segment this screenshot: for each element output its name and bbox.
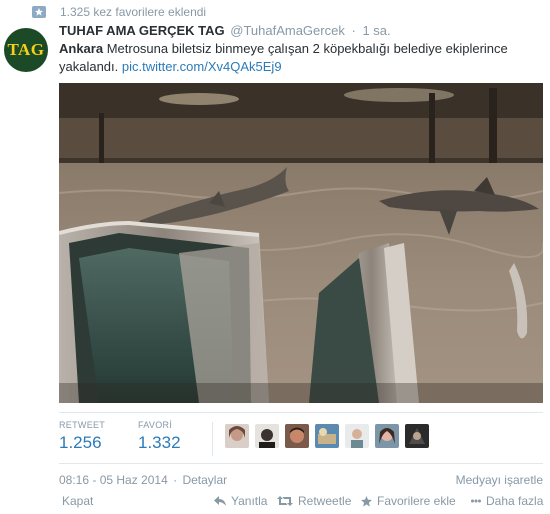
- tweet-actions: Kapat Yanıtla Retweetle Favorilere ekle …: [0, 494, 550, 512]
- favorite-label: Favorilere ekle: [377, 494, 456, 508]
- retweet-button[interactable]: Retweetle: [277, 494, 351, 508]
- tweet-meta: 08:16 - 05 Haz 2014 · Detaylar: [59, 473, 227, 487]
- favoriter-avatar[interactable]: [405, 424, 429, 448]
- avatar[interactable]: TAG: [4, 28, 48, 72]
- tweet-timestamp[interactable]: 1 sa.: [362, 23, 390, 38]
- collapse-label: Kapat: [62, 494, 94, 508]
- header-separator: ·: [351, 23, 356, 38]
- favoriter-avatar[interactable]: [285, 424, 309, 448]
- reply-icon: [214, 496, 226, 506]
- tweet-stats: RETWEET 1.256 FAVORİ 1.332: [59, 412, 543, 464]
- retweet-label: RETWEET: [59, 420, 106, 430]
- tweet-text-bold: Ankara: [59, 41, 104, 56]
- favorite-label: FAVORİ: [138, 420, 173, 430]
- tweet-text: Ankara Metrosuna biletsiz binmeye çalışa…: [59, 40, 539, 76]
- favorite-count[interactable]: 1.332: [138, 433, 181, 453]
- tweet-media-link[interactable]: pic.twitter.com/Xv4QAk5Ej9: [122, 59, 282, 74]
- tweet-header: TUHAF AMA GERÇEK TAG @TuhafAmaGercek · 1…: [59, 23, 391, 38]
- meta-separator: ·: [173, 473, 178, 487]
- stats-divider: [212, 422, 213, 456]
- more-button[interactable]: Daha fazla: [471, 494, 543, 508]
- favorite-stat[interactable]: FAVORİ 1.332: [138, 420, 181, 453]
- favoriter-avatars: [225, 424, 429, 448]
- tweet-datetime: 08:16 - 05 Haz 2014: [59, 473, 168, 487]
- star-icon: [32, 6, 46, 18]
- photo-flooded-metro-sharks: [59, 83, 543, 403]
- favoriter-avatar[interactable]: [225, 424, 249, 448]
- details-link[interactable]: Detaylar: [182, 473, 227, 487]
- user-fullname[interactable]: TUHAF AMA GERÇEK TAG: [59, 23, 225, 38]
- retweet-icon: [277, 496, 293, 506]
- collapse-button[interactable]: Kapat: [62, 494, 93, 508]
- tweet-photo[interactable]: [59, 83, 543, 403]
- avatar-text: TAG: [7, 40, 45, 59]
- social-context: 1.325 kez favorilere eklendi: [32, 4, 207, 20]
- retweet-count[interactable]: 1.256: [59, 433, 105, 453]
- more-label: Daha fazla: [486, 494, 544, 508]
- more-icon: [471, 499, 481, 503]
- favoriter-avatar[interactable]: [345, 424, 369, 448]
- favoriter-avatar[interactable]: [255, 424, 279, 448]
- favorite-button[interactable]: Favorilere ekle: [361, 494, 456, 508]
- reply-button[interactable]: Yanıtla: [214, 494, 267, 508]
- star-icon: [361, 495, 372, 507]
- retweet-label: Retweetle: [298, 494, 352, 508]
- report-media-link[interactable]: Medyayı işaretle: [456, 473, 543, 487]
- favoriter-avatar[interactable]: [315, 424, 339, 448]
- reply-label: Yanıtla: [231, 494, 268, 508]
- user-screenname[interactable]: @TuhafAmaGercek: [230, 23, 345, 38]
- retweet-stat[interactable]: RETWEET 1.256: [59, 420, 105, 453]
- favoriter-avatar[interactable]: [375, 424, 399, 448]
- favorited-count-text: 1.325 kez favorilere eklendi: [60, 5, 207, 19]
